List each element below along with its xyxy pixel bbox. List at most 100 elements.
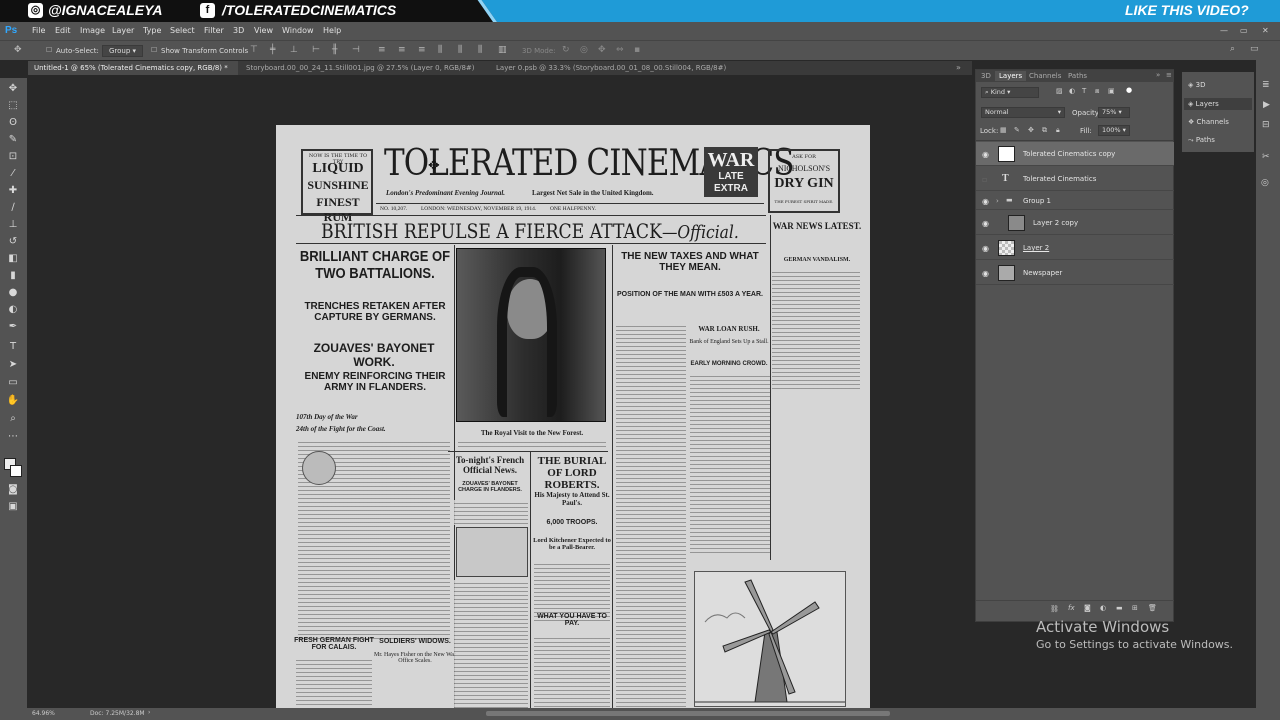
align-left-icon[interactable]: ⊢ bbox=[312, 45, 320, 55]
healing-icon[interactable]: ✚ bbox=[6, 184, 20, 198]
align-middle-icon[interactable]: ╪ bbox=[270, 45, 275, 55]
mini-paths[interactable]: ⤳ Paths bbox=[1188, 136, 1215, 145]
menu-image[interactable]: Image bbox=[80, 26, 105, 35]
stamp-icon[interactable]: ⊥ bbox=[6, 218, 20, 232]
menu-help[interactable]: Help bbox=[323, 26, 341, 35]
menu-layer[interactable]: Layer bbox=[112, 26, 134, 35]
screen-mode-icon[interactable]: ▣ bbox=[6, 500, 20, 514]
link-layers-icon[interactable]: ⛓ bbox=[1050, 605, 1059, 613]
lasso-icon[interactable]: ʘ bbox=[6, 116, 20, 130]
filter-smart-icon[interactable]: ▣ bbox=[1108, 87, 1115, 95]
visibility-eye-icon[interactable]: ◉ bbox=[982, 269, 989, 278]
lock-artboard-icon[interactable]: ⧉ bbox=[1042, 126, 1047, 135]
fx-icon[interactable]: fx bbox=[1068, 604, 1075, 612]
trash-icon[interactable]: 🗑︎ bbox=[1148, 604, 1157, 612]
collapse-panel-icon[interactable]: » bbox=[1156, 71, 1160, 79]
tab-storyboard[interactable]: Storyboard.00_00_24_11.Still001.jpg @ 27… bbox=[240, 61, 490, 75]
3d-rotate-icon[interactable]: ↻ bbox=[562, 45, 570, 55]
menu-file[interactable]: File bbox=[32, 26, 45, 35]
shape-icon[interactable]: ▭ bbox=[6, 376, 20, 390]
align-top-icon[interactable]: ⊤ bbox=[250, 45, 258, 55]
history-icon[interactable]: ≣ bbox=[1262, 80, 1270, 90]
align-center-icon[interactable]: ╫ bbox=[332, 45, 337, 55]
distribute-bottom-icon[interactable]: ≡ bbox=[418, 45, 426, 55]
filter-toggle-icon[interactable]: ● bbox=[1126, 86, 1132, 94]
zoom-level[interactable]: 64.96% bbox=[32, 710, 55, 717]
menu-filter[interactable]: Filter bbox=[204, 26, 224, 35]
3d-roll-icon[interactable]: ◎ bbox=[580, 45, 588, 55]
mini-channels[interactable]: ❖ Channels bbox=[1188, 118, 1229, 126]
auto-select-checkbox[interactable]: ☐ bbox=[46, 46, 52, 54]
gradient-icon[interactable]: ▮ bbox=[6, 269, 20, 283]
3d-pan-icon[interactable]: ✥ bbox=[598, 45, 606, 55]
lock-transparency-icon[interactable]: ▦ bbox=[1000, 126, 1007, 134]
tab-layer0[interactable]: Layer 0.psb @ 33.3% (Storyboard.00_01_08… bbox=[490, 61, 750, 75]
play-actions-icon[interactable]: ▶ bbox=[1263, 100, 1270, 110]
crop-icon[interactable]: ⊡ bbox=[6, 150, 20, 164]
new-layer-icon[interactable]: ⊞ bbox=[1132, 604, 1138, 612]
distribute-left-icon[interactable]: ⫼ bbox=[438, 45, 442, 55]
status-menu-icon[interactable]: › bbox=[148, 709, 150, 716]
adjustment-layer-icon[interactable]: ◐ bbox=[1100, 604, 1106, 612]
add-mask-icon[interactable]: ◙ bbox=[1084, 604, 1091, 612]
eyedropper-icon[interactable]: ⁄ bbox=[6, 167, 20, 181]
layer-row-layer2-copy[interactable]: ◉ Layer 2 copy bbox=[976, 211, 1174, 235]
layer-row-group1[interactable]: ◉ › ▬ Group 1 bbox=[976, 192, 1174, 210]
kind-filter[interactable]: ⌕ Kind ▾ bbox=[981, 87, 1039, 98]
type-icon[interactable]: T bbox=[6, 340, 20, 354]
fill-field[interactable]: 100% ▾ bbox=[1098, 125, 1130, 136]
layer-row-tolerated-copy[interactable]: ◉ Tolerated Cinematics copy bbox=[976, 142, 1174, 166]
tools-presets-icon[interactable]: ✂ bbox=[1262, 152, 1270, 162]
hand-icon[interactable]: ✋ bbox=[6, 394, 20, 408]
pen-icon[interactable]: ✒ bbox=[6, 320, 20, 334]
marquee-icon[interactable]: ⬚ bbox=[6, 99, 20, 113]
layer-row-tolerated[interactable]: ▫ T Tolerated Cinematics bbox=[976, 167, 1174, 191]
search-icon[interactable]: ⌕ bbox=[1230, 44, 1235, 54]
tabs-overflow-icon[interactable]: » bbox=[956, 63, 961, 72]
menu-view[interactable]: View bbox=[254, 26, 273, 35]
history-brush-icon[interactable]: ↺ bbox=[6, 235, 20, 249]
3d-slide-icon[interactable]: ⇔ bbox=[616, 45, 624, 55]
dodge-icon[interactable]: ◐ bbox=[6, 303, 20, 317]
mini-3d[interactable]: ◈ 3D bbox=[1188, 81, 1205, 89]
panel-tab-layers[interactable]: Layers bbox=[995, 71, 1027, 81]
tab-untitled[interactable]: Untitled-1 @ 65% (Tolerated Cinematics c… bbox=[28, 61, 238, 75]
restore-icon[interactable]: ▭ bbox=[1240, 26, 1248, 35]
swatches-icon[interactable]: ◎ bbox=[1261, 178, 1269, 188]
new-group-icon[interactable]: ▬ bbox=[1116, 604, 1123, 612]
distribute-top-icon[interactable]: ≡ bbox=[378, 45, 386, 55]
menu-select[interactable]: Select bbox=[170, 26, 195, 35]
transform-checkbox[interactable]: ☐ bbox=[151, 46, 157, 54]
filter-pixel-icon[interactable]: ▨ bbox=[1056, 87, 1063, 95]
path-select-icon[interactable]: ➤ bbox=[6, 358, 20, 372]
distribute-middle-icon[interactable]: ≡ bbox=[398, 45, 406, 55]
newspaper-document[interactable]: NOW IS THE TIME TO TRY LIQUID SUNSHINE F… bbox=[276, 125, 870, 710]
minimize-icon[interactable]: — bbox=[1220, 26, 1228, 35]
blend-mode-dropdown[interactable]: Normal ▾ bbox=[981, 107, 1065, 118]
align-bottom-icon[interactable]: ⊥ bbox=[290, 45, 298, 55]
distribute-right-icon[interactable]: ⫼ bbox=[478, 45, 482, 55]
panel-menu-icon[interactable]: ≡ bbox=[1166, 71, 1172, 79]
distribute-center-icon[interactable]: ⫼ bbox=[458, 45, 462, 55]
3d-scale-icon[interactable]: ▪ bbox=[634, 45, 640, 55]
lock-pixels-icon[interactable]: ✎ bbox=[1014, 126, 1020, 134]
panel-tab-3d[interactable]: 3D bbox=[981, 72, 991, 80]
panel-tab-paths[interactable]: Paths bbox=[1068, 72, 1087, 80]
visibility-eye-icon[interactable]: ◉ bbox=[982, 244, 989, 253]
lock-all-icon[interactable]: 🔒︎ bbox=[1056, 126, 1060, 135]
brush-icon[interactable]: ∕ bbox=[6, 201, 20, 215]
layer-row-newspaper[interactable]: ◉ Newspaper bbox=[976, 261, 1174, 285]
menu-edit[interactable]: Edit bbox=[55, 26, 71, 35]
properties-icon[interactable]: ⊟ bbox=[1262, 120, 1270, 130]
menu-window[interactable]: Window bbox=[282, 26, 314, 35]
layer-row-layer2[interactable]: ◉ Layer 2 bbox=[976, 236, 1174, 260]
opacity-field[interactable]: 75% ▾ bbox=[1098, 107, 1130, 118]
more-tools-icon[interactable]: ⋯ bbox=[6, 430, 20, 444]
align-right-icon[interactable]: ⊣ bbox=[352, 45, 360, 55]
filter-adjust-icon[interactable]: ◐ bbox=[1069, 87, 1075, 95]
move-icon[interactable]: ✥ bbox=[6, 82, 20, 96]
menu-3d[interactable]: 3D bbox=[233, 26, 244, 35]
blur-icon[interactable]: ● bbox=[6, 286, 20, 300]
visibility-hidden-icon[interactable]: ▫ bbox=[982, 175, 987, 184]
visibility-eye-icon[interactable]: ◉ bbox=[982, 150, 989, 159]
